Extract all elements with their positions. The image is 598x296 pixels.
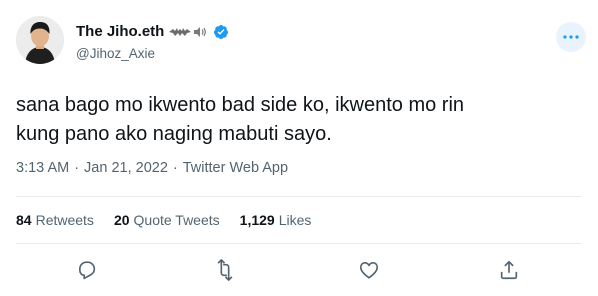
like-icon	[359, 262, 379, 279]
bat-emoji-icon	[169, 27, 192, 36]
author-name[interactable]: The Jiho.eth	[76, 23, 164, 40]
tweet-source[interactable]: Twitter Web App	[183, 160, 288, 176]
tweet-card: The Jiho.eth @Jihoz_Axie sana bago mo ik…	[0, 0, 598, 296]
tweet-meta: 3:13 AM · Jan 21, 2022 · Twitter Web App	[16, 160, 289, 176]
tweet-text: sana bago mo ikwento bad side ko, ikwent…	[16, 91, 576, 149]
speaker-emoji-icon	[194, 26, 207, 37]
reply-icon	[79, 261, 96, 280]
avatar[interactable]	[16, 16, 64, 64]
retweet-icon	[217, 259, 233, 281]
divider	[16, 196, 582, 197]
likes-stat[interactable]: 1,129 Likes	[240, 212, 312, 228]
tweet-text-line: sana bago mo ikwento bad side ko, ikwent…	[16, 94, 465, 116]
author-name-row[interactable]: The Jiho.eth	[76, 23, 229, 40]
tweet-time[interactable]: 3:13 AM	[16, 160, 69, 176]
author-handle[interactable]: @Jihoz_Axie	[76, 46, 155, 61]
tweet-date[interactable]: Jan 21, 2022	[84, 160, 168, 176]
quote-tweets-stat[interactable]: 20 Quote Tweets	[114, 212, 220, 228]
more-button[interactable]	[556, 22, 586, 52]
share-icon	[500, 260, 518, 280]
divider	[16, 243, 582, 244]
share-button[interactable]	[498, 259, 522, 283]
more-icon	[563, 35, 579, 39]
like-button[interactable]	[358, 259, 382, 283]
verified-icon	[214, 24, 229, 39]
tweet-stats: 84 Retweets 20 Quote Tweets 1,129 Likes	[16, 212, 311, 228]
tweet-text-line: kung pano ako naging mabuti sayo.	[16, 123, 332, 145]
name-emoji-icons	[168, 26, 207, 38]
retweets-stat[interactable]: 84 Retweets	[16, 212, 94, 228]
reply-button[interactable]	[76, 259, 100, 283]
retweet-button[interactable]	[214, 259, 238, 283]
